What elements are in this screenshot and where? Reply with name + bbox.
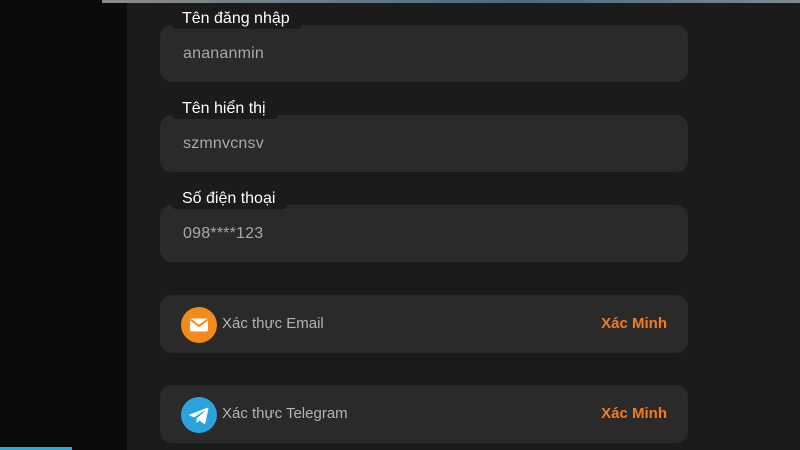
username-value: anananmin xyxy=(183,45,264,62)
left-sidebar-area xyxy=(0,0,127,450)
username-label: Tên đăng nhập xyxy=(172,9,302,29)
username-field[interactable]: Tên đăng nhập anananmin xyxy=(160,9,688,82)
telegram-verification-row: Xác thực Telegram Xác Minh xyxy=(160,385,688,443)
email-verification-label: Xác thực Email xyxy=(222,315,324,332)
email-verification-row: Xác thực Email Xác Minh xyxy=(160,295,688,353)
verify-email-button[interactable]: Xác Minh xyxy=(601,315,667,333)
verify-telegram-button[interactable]: Xác Minh xyxy=(601,405,667,423)
phone-label: Số điện thoại xyxy=(172,189,288,209)
display-name-field[interactable]: Tên hiển thị szmnvcnsv xyxy=(160,99,688,172)
display-name-label: Tên hiển thị xyxy=(172,99,278,119)
display-name-value: szmnvcnsv xyxy=(183,135,264,152)
phone-field[interactable]: Số điện thoại 098****123 xyxy=(160,189,688,262)
email-icon xyxy=(181,307,217,343)
phone-value: 098****123 xyxy=(183,225,264,242)
telegram-icon xyxy=(181,397,217,433)
banner-image-edge xyxy=(102,0,800,3)
telegram-verification-label: Xác thực Telegram xyxy=(222,405,348,422)
